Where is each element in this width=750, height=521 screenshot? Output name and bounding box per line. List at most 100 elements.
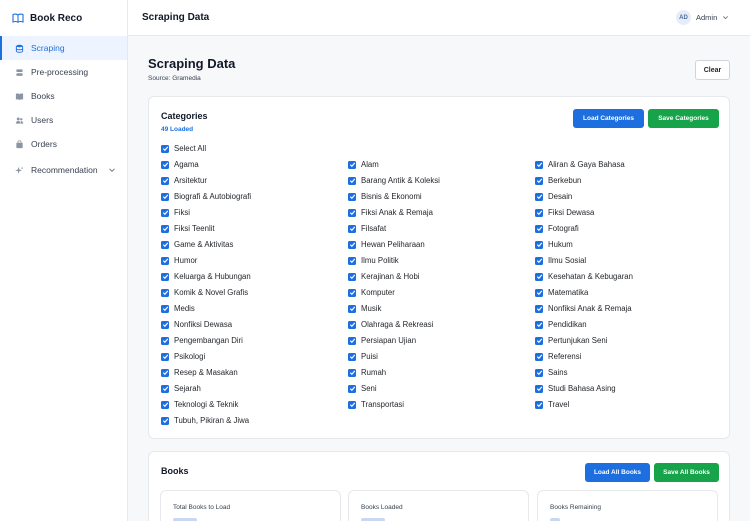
checkbox-checked-icon[interactable] (535, 400, 543, 409)
checkbox-checked-icon[interactable] (161, 224, 169, 233)
category-checkbox[interactable]: Berkebun (535, 176, 581, 185)
checkbox-checked-icon[interactable] (161, 208, 169, 217)
category-checkbox[interactable]: Tubuh, Pikiran & Jiwa (161, 416, 249, 425)
checkbox-checked-icon[interactable] (161, 400, 169, 409)
category-checkbox[interactable]: Fiksi Dewasa (535, 208, 594, 217)
category-checkbox[interactable]: Pengembangan Diri (161, 336, 243, 345)
category-checkbox[interactable]: Referensi (535, 352, 581, 361)
category-checkbox[interactable]: Olahraga & Rekreasi (348, 320, 433, 329)
category-checkbox[interactable]: Sejarah (161, 384, 201, 393)
checkbox-checked-icon[interactable] (161, 416, 169, 425)
checkbox-checked-icon[interactable] (161, 192, 169, 201)
brand[interactable]: Book Reco (0, 0, 127, 36)
category-checkbox[interactable]: Agama (161, 160, 199, 169)
sidebar-item-recommendation[interactable]: Recommendation (0, 156, 127, 184)
load-all-books-button[interactable]: Load All Books (585, 463, 650, 482)
category-checkbox[interactable]: Resep & Masakan (161, 368, 238, 377)
checkbox-checked-icon[interactable] (348, 272, 356, 281)
category-checkbox[interactable]: Komik & Novel Grafis (161, 288, 248, 297)
user-name[interactable]: Admin (696, 13, 717, 22)
select-all-checkbox[interactable]: Select All (161, 144, 206, 153)
checkbox-checked-icon[interactable] (535, 320, 543, 329)
category-checkbox[interactable]: Fiksi (161, 208, 190, 217)
clear-button[interactable]: Clear (695, 60, 730, 80)
checkbox-checked-icon[interactable] (348, 192, 356, 201)
avatar[interactable]: AD (676, 10, 691, 25)
category-checkbox[interactable]: Travel (535, 400, 569, 409)
category-checkbox[interactable]: Barang Antik & Koleksi (348, 176, 440, 185)
category-checkbox[interactable]: Seni (348, 384, 377, 393)
category-checkbox[interactable]: Filsafat (348, 224, 386, 233)
load-categories-button[interactable]: Load Categories (573, 109, 644, 128)
sidebar-item-orders[interactable]: Orders (0, 132, 127, 156)
checkbox-checked-icon[interactable] (161, 240, 169, 249)
checkbox-checked-icon[interactable] (161, 320, 169, 329)
checkbox-checked-icon[interactable] (348, 240, 356, 249)
category-checkbox[interactable]: Desain (535, 192, 572, 201)
checkbox-checked-icon[interactable] (161, 288, 169, 297)
checkbox-checked-icon[interactable] (348, 368, 356, 377)
category-checkbox[interactable]: Matematika (535, 288, 588, 297)
save-categories-button[interactable]: Save Categories (648, 109, 719, 128)
sidebar-item-users[interactable]: Users (0, 108, 127, 132)
category-checkbox[interactable]: Nonfiksi Dewasa (161, 320, 232, 329)
category-checkbox[interactable]: Ilmu Politik (348, 256, 399, 265)
category-checkbox[interactable]: Humor (161, 256, 197, 265)
checkbox-checked-icon[interactable] (161, 304, 169, 313)
checkbox-checked-icon[interactable] (348, 304, 356, 313)
category-checkbox[interactable]: Ilmu Sosial (535, 256, 586, 265)
checkbox-checked-icon[interactable] (535, 208, 543, 217)
category-checkbox[interactable]: Persiapan Ujian (348, 336, 416, 345)
category-checkbox[interactable]: Puisi (348, 352, 378, 361)
checkbox-checked-icon[interactable] (348, 288, 356, 297)
checkbox-checked-icon[interactable] (535, 368, 543, 377)
checkbox-checked-icon[interactable] (161, 256, 169, 265)
category-checkbox[interactable]: Arsitektur (161, 176, 207, 185)
category-checkbox[interactable]: Teknologi & Teknik (161, 400, 238, 409)
checkbox-checked-icon[interactable] (348, 208, 356, 217)
checkbox-checked-icon[interactable] (535, 352, 543, 361)
checkbox-checked-icon[interactable] (535, 384, 543, 393)
checkbox-checked-icon[interactable] (161, 176, 169, 185)
checkbox-checked-icon[interactable] (161, 272, 169, 281)
checkbox-checked-icon[interactable] (348, 352, 356, 361)
checkbox-checked-icon[interactable] (535, 160, 543, 169)
category-checkbox[interactable]: Biografi & Autobiografi (161, 192, 251, 201)
sidebar-item-pre-processing[interactable]: Pre-processing (0, 60, 127, 84)
checkbox-checked-icon[interactable] (535, 336, 543, 345)
category-checkbox[interactable]: Transportasi (348, 400, 404, 409)
category-checkbox[interactable]: Fiksi Anak & Remaja (348, 208, 433, 217)
category-checkbox[interactable]: Sains (535, 368, 568, 377)
category-checkbox[interactable]: Psikologi (161, 352, 205, 361)
category-checkbox[interactable]: Pendidikan (535, 320, 587, 329)
category-checkbox[interactable]: Hukum (535, 240, 573, 249)
checkbox-checked-icon[interactable] (348, 336, 356, 345)
checkbox-checked-icon[interactable] (535, 288, 543, 297)
user-menu[interactable]: AD Admin (676, 10, 729, 25)
category-checkbox[interactable]: Nonfiksi Anak & Remaja (535, 304, 632, 313)
checkbox-checked-icon[interactable] (161, 384, 169, 393)
category-checkbox[interactable]: Studi Bahasa Asing (535, 384, 616, 393)
category-checkbox[interactable]: Kesehatan & Kebugaran (535, 272, 633, 281)
category-checkbox[interactable]: Game & Aktivitas (161, 240, 233, 249)
checkbox-checked-icon[interactable] (161, 336, 169, 345)
checkbox-checked-icon[interactable] (535, 192, 543, 201)
chevron-down-icon[interactable] (722, 14, 729, 21)
checkbox-checked-icon[interactable] (535, 176, 543, 185)
chevron-down-icon[interactable] (108, 166, 116, 174)
category-checkbox[interactable]: Medis (161, 304, 195, 313)
checkbox-checked-icon[interactable] (535, 224, 543, 233)
checkbox-checked-icon[interactable] (348, 176, 356, 185)
category-checkbox[interactable]: Fotografi (535, 224, 579, 233)
category-checkbox[interactable]: Kerajinan & Hobi (348, 272, 420, 281)
category-checkbox[interactable]: Rumah (348, 368, 386, 377)
checkbox-checked-icon[interactable] (161, 352, 169, 361)
checkbox-checked-icon[interactable] (535, 272, 543, 281)
checkbox-checked-icon[interactable] (348, 256, 356, 265)
checkbox-checked-icon[interactable] (348, 384, 356, 393)
checkbox-checked-icon[interactable] (161, 160, 169, 169)
sidebar-item-books[interactable]: Books (0, 84, 127, 108)
checkbox-checked-icon[interactable] (535, 304, 543, 313)
checkbox-checked-icon[interactable] (348, 224, 356, 233)
category-checkbox[interactable]: Alam (348, 160, 379, 169)
